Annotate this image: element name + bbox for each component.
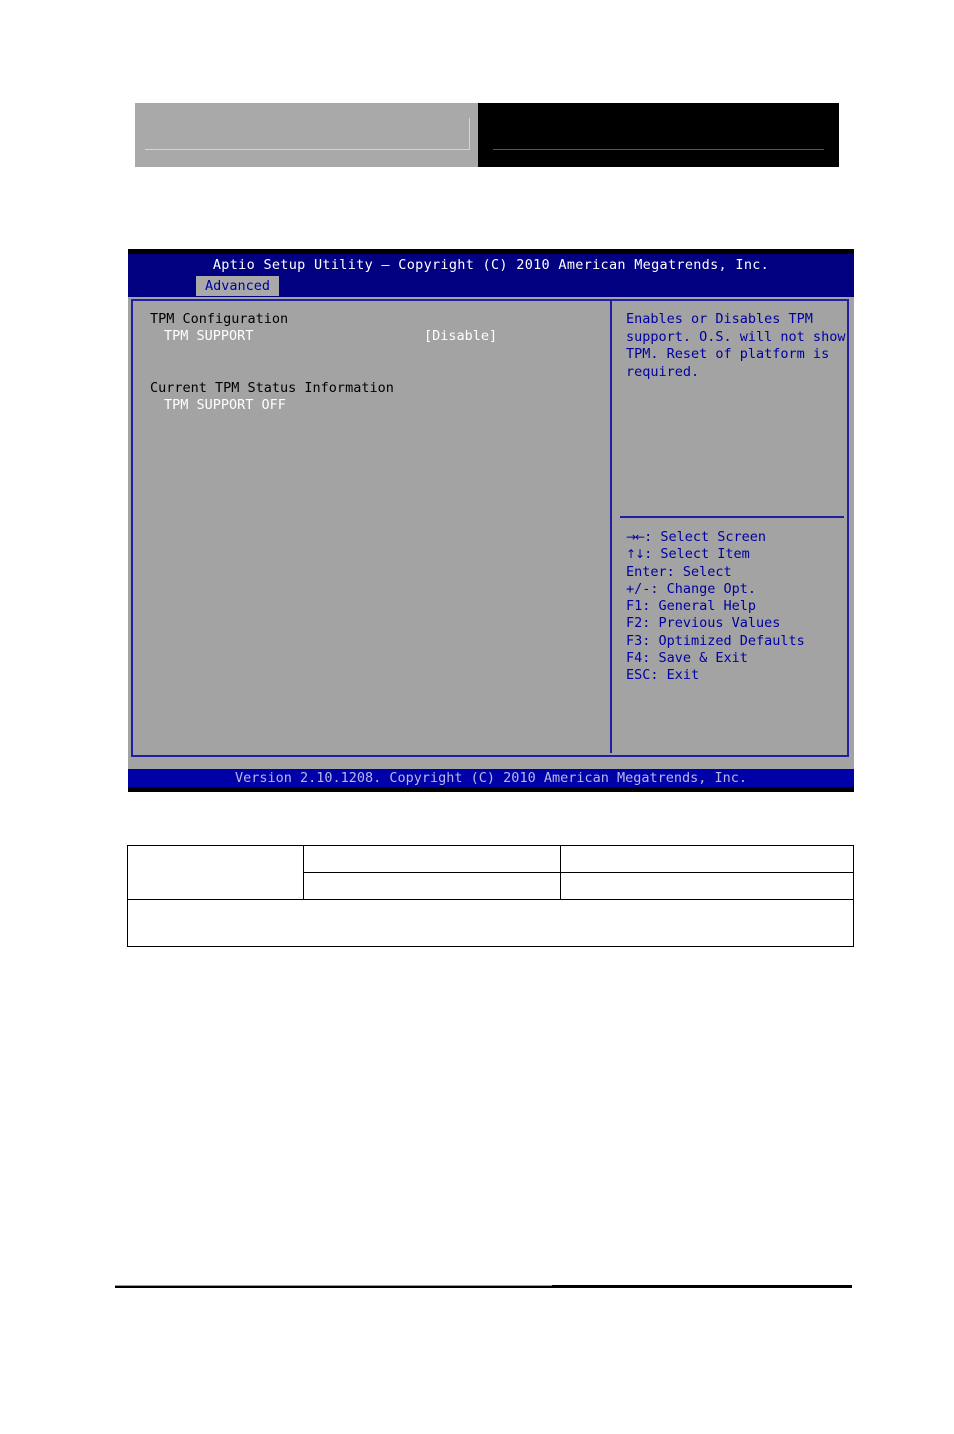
table-cell [303, 872, 561, 900]
header-right-rule [493, 149, 824, 150]
help-text-line: required. [626, 363, 700, 380]
key-legend-previous-values: F2: Previous Values [626, 615, 781, 632]
status-label-tpm-support-off: TPM SUPPORT OFF [164, 397, 286, 413]
key-legend-general-help: F1: General Help [626, 598, 757, 615]
key-legend-change-opt: +/-: Change Opt. [626, 580, 757, 597]
option-label-tpm-support: TPM SUPPORT [164, 328, 254, 344]
table-cell [560, 845, 854, 873]
help-text-line: Enables or Disables TPM [626, 311, 813, 327]
key-legend-enter-select: Enter: Select [626, 563, 732, 580]
header-left-rule [145, 149, 470, 150]
arrow-left-right-icon: →← [626, 530, 645, 544]
bios-bottom-border [128, 787, 854, 792]
section-title-tpm-configuration: TPM Configuration [150, 311, 289, 327]
table-row [127, 845, 854, 900]
section-title-current-tpm-status: Current TPM Status Information [150, 380, 394, 396]
header-left-vertical-rule [469, 118, 470, 150]
bios-body: TPM Configuration TPM SUPPORT [Disable] … [128, 297, 854, 769]
table-cell [560, 872, 854, 900]
key-legend-esc-exit: ESC: Exit [626, 667, 700, 684]
bios-title-bar: Aptio Setup Utility – Copyright (C) 2010… [212, 257, 770, 273]
header-block-left [135, 103, 478, 167]
key-legend-select-item: ↑↓: Select Item [626, 546, 844, 563]
status-row-tpm-support-off: TPM SUPPORT OFF [150, 397, 608, 414]
bios-pane-divider [610, 299, 612, 753]
key-legend: →←: Select Screen ↑↓: Select Item Enter:… [626, 529, 844, 685]
bios-tab-bar: Advanced [128, 276, 854, 297]
key-legend-optimized-defaults: F3: Optimized Defaults [626, 632, 805, 649]
header-block-right [478, 103, 839, 167]
bottom-table [127, 845, 854, 947]
key-legend-select-screen: →←: Select Screen [626, 529, 844, 546]
help-text-line: support. O.S. will not show [626, 328, 846, 345]
help-separator-line [620, 516, 844, 518]
option-row-tpm-support[interactable]: TPM SUPPORT [Disable] [150, 328, 608, 345]
table-cell [127, 899, 854, 947]
table-cell [303, 845, 561, 873]
key-legend-label: : Select Screen [644, 529, 767, 545]
arrow-up-down-icon: ↑↓ [626, 547, 645, 562]
key-legend-save-exit: F4: Save & Exit [626, 650, 748, 667]
help-text-line: TPM. Reset of platform is [626, 346, 830, 362]
table-cell [127, 845, 304, 900]
tab-advanced[interactable]: Advanced [196, 276, 280, 296]
bios-version-footer: Version 2.10.1208. Copyright (C) 2010 Am… [128, 769, 854, 787]
options-spacer [150, 345, 608, 380]
bios-options-pane: TPM Configuration TPM SUPPORT [Disable] … [134, 303, 608, 753]
option-value-tpm-support[interactable]: [Disable] [424, 328, 497, 345]
page-footer-rule-light [115, 1285, 552, 1286]
bios-setup-screen: Aptio Setup Utility – Copyright (C) 2010… [128, 249, 854, 792]
bios-help-pane: Enables or Disables TPM support. O.S. wi… [620, 303, 846, 753]
document-header [135, 103, 839, 167]
table-row [127, 899, 854, 947]
key-legend-label: : Select Item [644, 546, 750, 563]
